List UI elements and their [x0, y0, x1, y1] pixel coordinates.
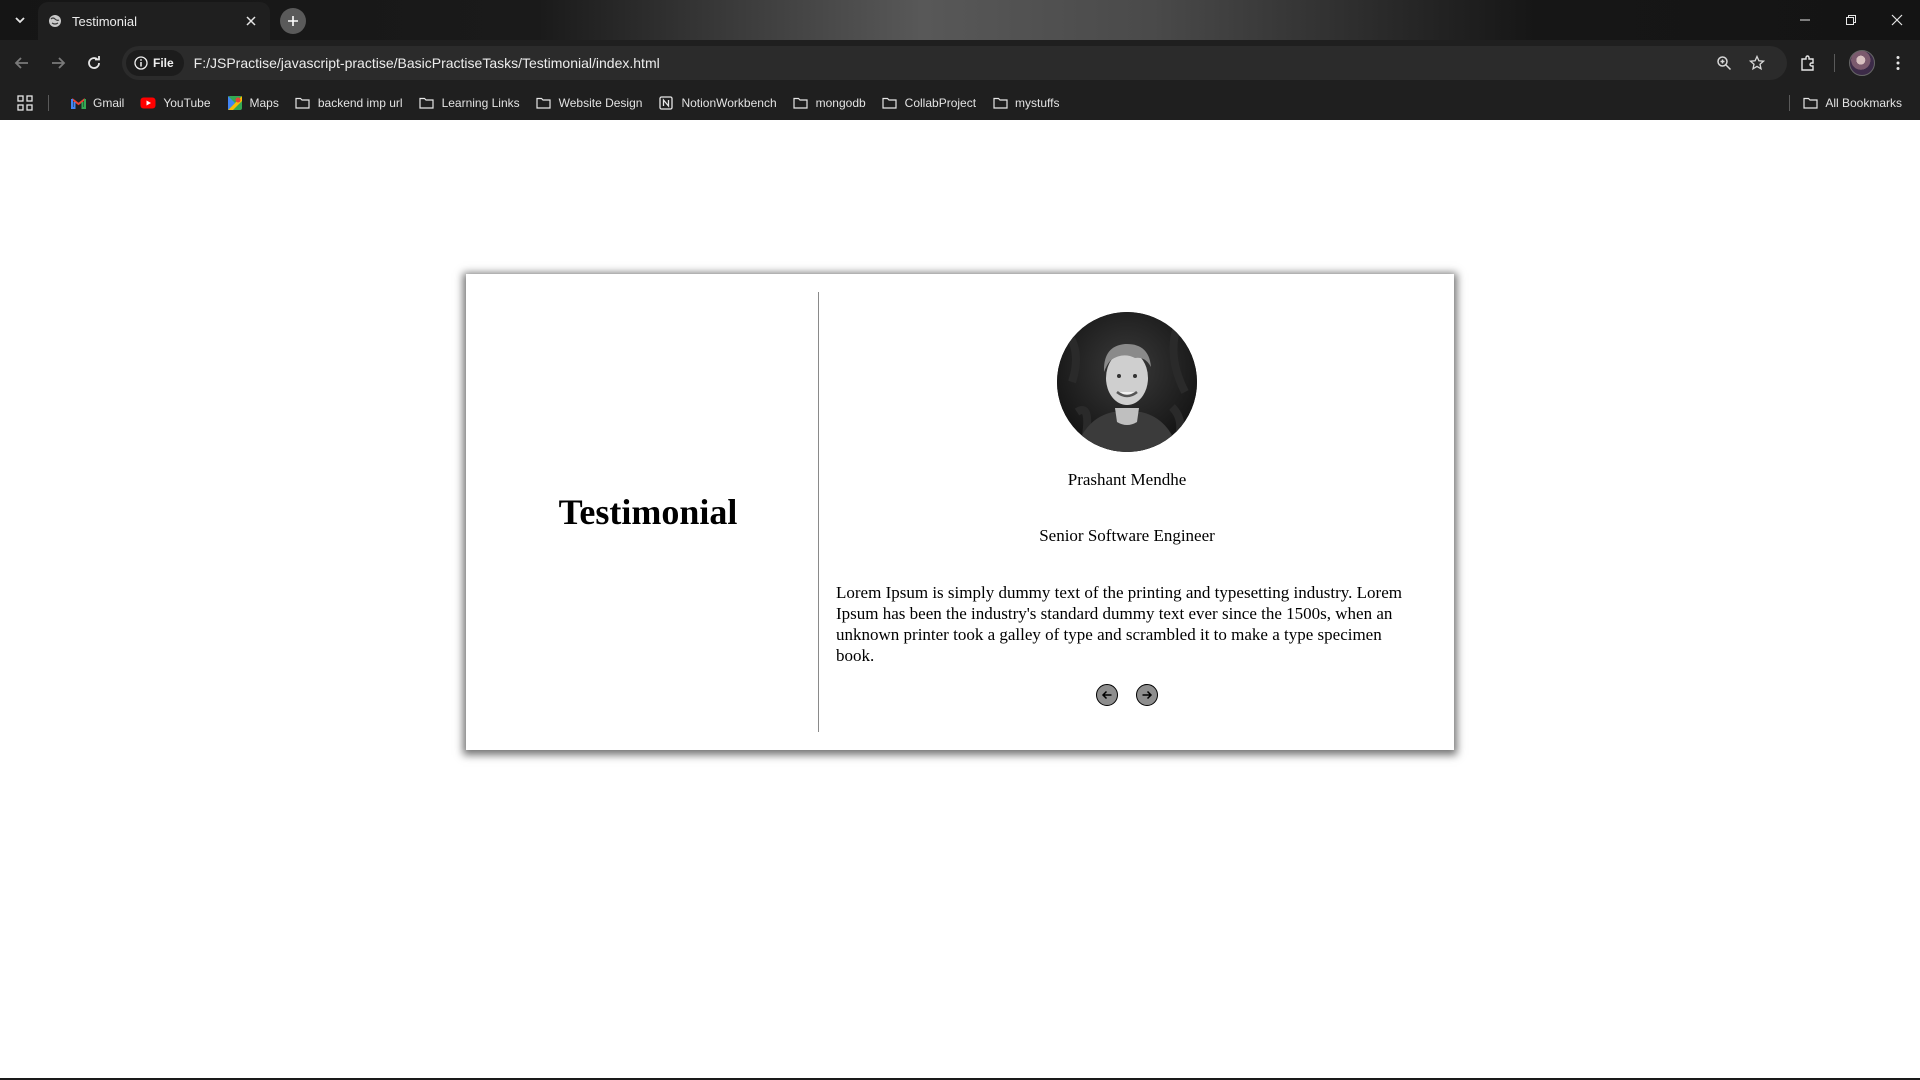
toolbar-separator [1834, 54, 1835, 72]
close-window-button[interactable] [1874, 0, 1920, 40]
close-icon [246, 16, 256, 26]
bookmark-gmail[interactable]: Gmail [62, 90, 132, 116]
gmail-icon [70, 95, 86, 111]
folder-icon [882, 95, 898, 111]
restore-icon [1846, 15, 1856, 25]
bookmark-folder-website-design[interactable]: Website Design [528, 90, 651, 116]
reload-button[interactable] [82, 51, 106, 75]
profile-avatar[interactable] [1849, 50, 1875, 76]
arrow-left-icon [1101, 690, 1112, 700]
new-tab-button[interactable] [280, 8, 306, 34]
page-title: Testimonial [558, 492, 738, 532]
bookmarks-bar: Gmail YouTube Maps backend imp url Learn… [0, 86, 1920, 120]
youtube-icon [140, 95, 156, 111]
tab-list-button[interactable] [8, 8, 32, 32]
testimonial-pane: Prashant Mendhe Senior Software Engineer… [836, 274, 1436, 750]
maps-icon [227, 95, 243, 111]
arrow-left-icon [14, 57, 28, 69]
testimonial-text: Lorem Ipsum is simply dummy text of the … [836, 583, 1402, 665]
url-text[interactable]: F:/JSPractise/javascript-practise/BasicP… [194, 55, 660, 71]
all-bookmarks-label: All Bookmarks [1825, 96, 1902, 110]
zoom-button[interactable] [1714, 53, 1734, 73]
bookmark-label: Gmail [93, 96, 125, 110]
folder-icon [992, 95, 1008, 111]
reload-icon [88, 56, 100, 69]
arrow-right-icon [52, 57, 66, 69]
apps-button[interactable] [16, 94, 34, 112]
browser-toolbar: File F:/JSPractise/javascript-practise/B… [0, 40, 1920, 86]
info-icon [134, 56, 148, 70]
bookmark-label: backend imp url [317, 96, 403, 110]
site-chip-label: File [153, 56, 174, 70]
apps-grid-icon [17, 95, 33, 111]
tab-strip: Testimonial [0, 0, 1920, 40]
bookmark-label: Learning Links [441, 96, 520, 110]
arrow-right-icon [1142, 690, 1153, 700]
next-button[interactable] [1136, 684, 1158, 706]
site-info-chip[interactable]: File [126, 50, 184, 76]
bookmark-folder-mongodb[interactable]: mongodb [785, 90, 874, 116]
puzzle-icon [1801, 55, 1814, 71]
zoom-icon [1717, 56, 1732, 71]
minimize-button[interactable] [1782, 0, 1828, 40]
close-icon [1891, 14, 1903, 26]
bookmark-label: CollabProject [904, 96, 977, 110]
active-tab[interactable]: Testimonial [38, 2, 270, 40]
back-button[interactable] [10, 51, 34, 75]
bookmark-label: Maps [249, 96, 279, 110]
bookmark-notionworkbench[interactable]: NotionWorkbench [650, 90, 784, 116]
kebab-menu-icon [1896, 56, 1900, 70]
testimonial-card: Testimonial Prashant Mendhe Senior Softw… [466, 274, 1454, 750]
extensions-button[interactable] [1796, 51, 1820, 75]
bookmark-label: Website Design [558, 96, 643, 110]
heading-pane: Testimonial [466, 274, 818, 750]
plus-icon [288, 16, 298, 26]
minimize-icon [1800, 19, 1810, 21]
bookmark-folder-learning-links[interactable]: Learning Links [411, 90, 528, 116]
restore-button[interactable] [1828, 0, 1874, 40]
bookmark-folder-mystuffs[interactable]: mystuffs [984, 90, 1067, 116]
folder-icon [295, 95, 311, 111]
bookmark-label: YouTube [163, 96, 211, 110]
carousel-controls [836, 684, 1418, 706]
close-tab-button[interactable] [242, 12, 260, 30]
bookmark-star-button[interactable] [1747, 53, 1767, 73]
profile-photo [1057, 312, 1197, 452]
person-name: Prashant Mendhe [1067, 470, 1187, 489]
forward-button[interactable] [46, 51, 70, 75]
bookmark-youtube[interactable]: YouTube [132, 90, 218, 116]
folder-icon [793, 95, 809, 111]
bookmark-maps[interactable]: Maps [219, 90, 287, 116]
address-bar[interactable]: File F:/JSPractise/javascript-practise/B… [122, 46, 1787, 80]
notion-icon [658, 95, 674, 111]
previous-button[interactable] [1096, 684, 1118, 706]
page-viewport: Testimonial Prashant Mendhe Senior Softw… [0, 120, 1920, 1078]
bookmark-label: mongodb [815, 96, 866, 110]
chevron-down-icon [15, 17, 25, 24]
folder-icon [419, 95, 435, 111]
bookmarks-separator [48, 95, 49, 111]
bookmarks-separator [1789, 95, 1790, 111]
globe-icon [48, 14, 62, 28]
vertical-divider [818, 292, 819, 732]
folder-icon [536, 95, 552, 111]
tab-title: Testimonial [72, 13, 138, 29]
person-role: Senior Software Engineer [1039, 526, 1215, 545]
folder-icon [1802, 95, 1818, 111]
bookmark-folder-backend-imp-url[interactable]: backend imp url [287, 90, 411, 116]
browser-menu-button[interactable] [1886, 51, 1910, 75]
bookmark-label: mystuffs [1015, 96, 1060, 110]
bookmark-folder-collabproject[interactable]: CollabProject [874, 90, 984, 116]
star-icon [1749, 55, 1765, 71]
all-bookmarks-button[interactable]: All Bookmarks [1796, 90, 1908, 116]
bookmark-label: NotionWorkbench [681, 96, 777, 110]
